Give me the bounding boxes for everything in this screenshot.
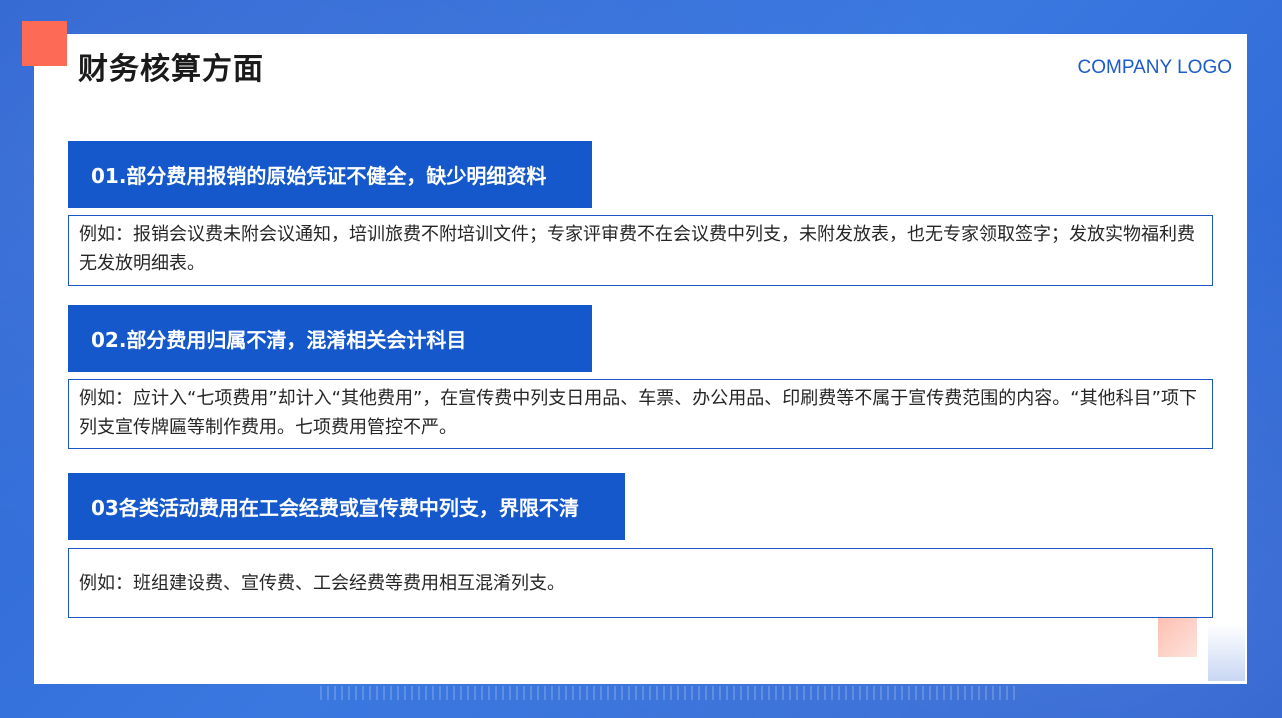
pink-square-decoration (1158, 618, 1197, 657)
section-2-heading: 02.部分费用归属不清，混淆相关会计科目 (68, 305, 592, 372)
section-3-heading: 03各类活动费用在工会经费或宣传费中列支，界限不清 (68, 473, 625, 540)
company-logo: COMPANY LOGO (1077, 57, 1233, 78)
section-3-body: 例如：班组建设费、宣传费、工会经费等费用相互混淆列支。 (68, 548, 1213, 618)
section-1-body: 例如：报销会议费未附会议通知，培训旅费不附培训文件；专家评审费不在会议费中列支，… (68, 215, 1213, 286)
slide-title: 财务核算方面 (78, 52, 264, 87)
section-2-body: 例如：应计入“七项费用”却计入“其他费用”，在宣传费中列支日用品、车票、办公用品… (68, 379, 1213, 449)
background-bars-decoration (320, 686, 1020, 700)
section-1-heading: 01.部分费用报销的原始凭证不健全，缺少明细资料 (68, 141, 592, 208)
blue-gradient-decoration (1208, 624, 1245, 681)
title-accent-square (22, 21, 67, 66)
